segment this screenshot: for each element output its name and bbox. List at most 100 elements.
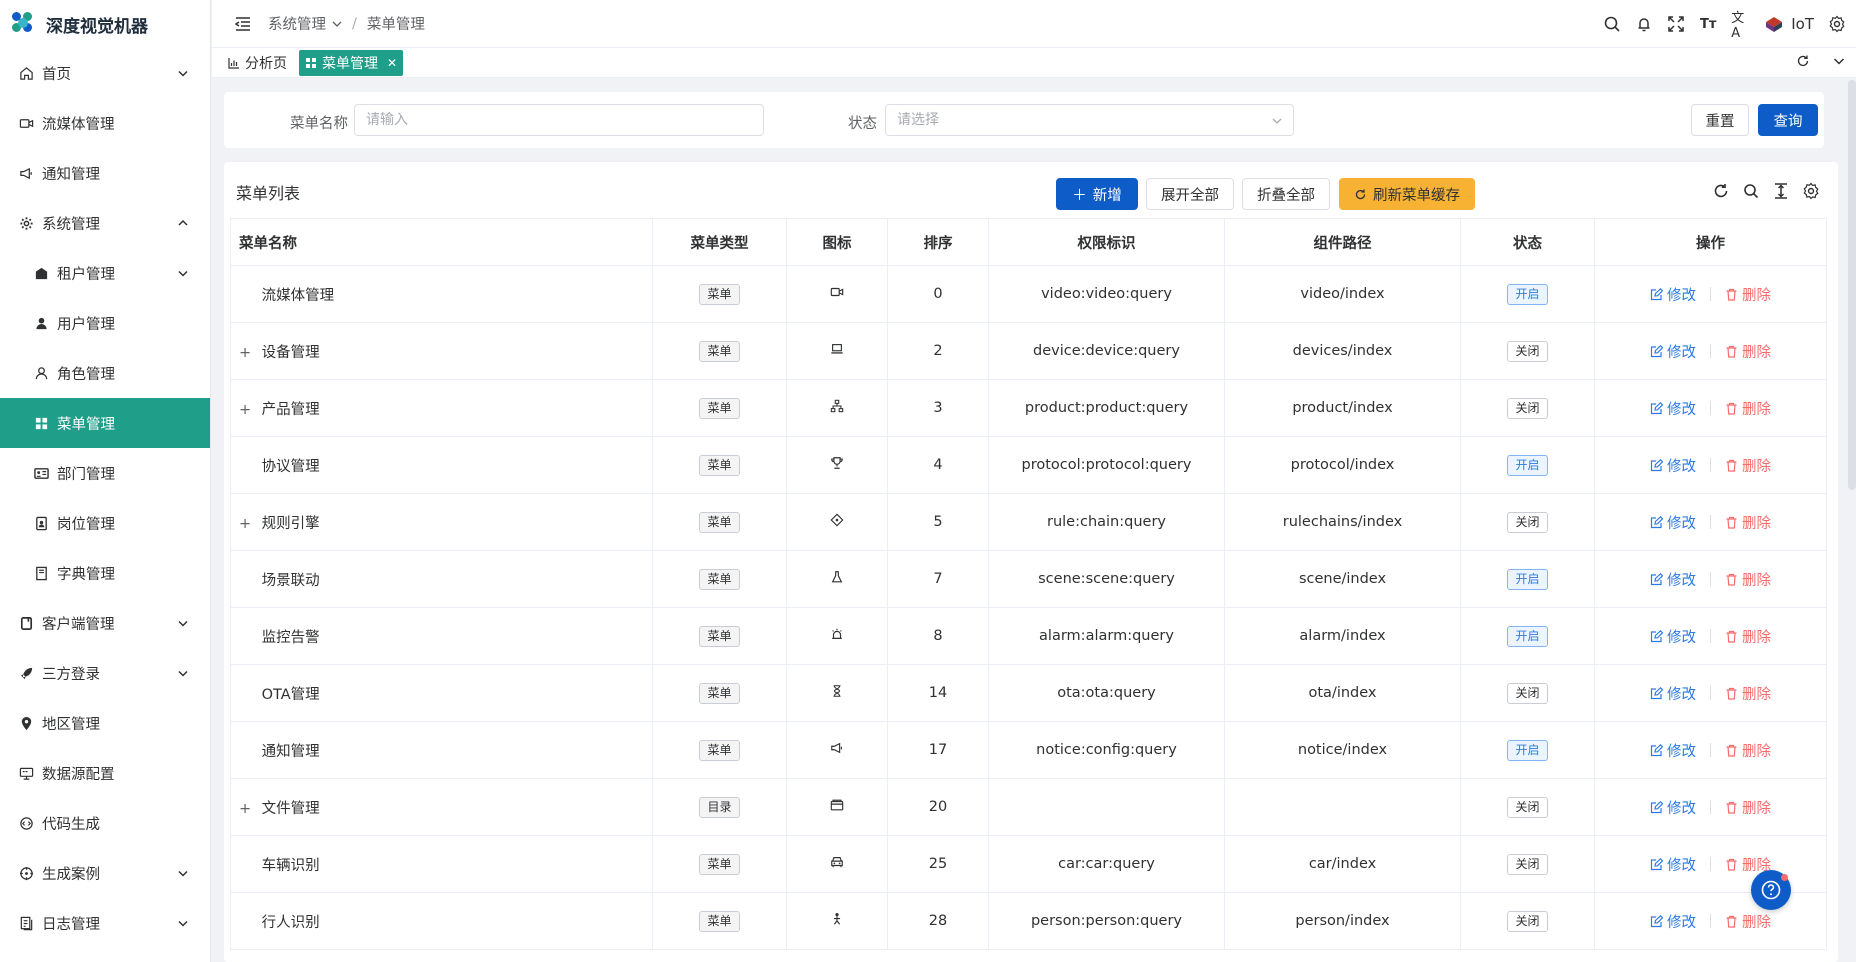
sidebar-item-sidebar-items2-4[interactable]: 代码生成 — [0, 798, 210, 848]
sidebar-item-sidebar-items2-2[interactable]: 地区管理 — [0, 698, 210, 748]
reload-icon[interactable] — [1712, 182, 1730, 200]
expand-plus-icon[interactable]: + — [239, 402, 257, 418]
delete-button[interactable]: 删除 — [1725, 911, 1771, 932]
sidebar-item-label: 代码生成 — [42, 816, 100, 833]
edit-button[interactable]: 修改 — [1650, 569, 1696, 590]
sidebar-item-sidebar-items2-0[interactable]: 客户端管理 — [0, 598, 210, 648]
bell-icon[interactable] — [1635, 15, 1653, 33]
sidebar-item-sidebar-items2-6[interactable]: 日志管理 — [0, 898, 210, 948]
cell-status: 关闭 — [1460, 778, 1595, 836]
header-toolbar: Tт 文A IoT — [1603, 0, 1846, 48]
cell-actions: 修改 删除 — [1594, 892, 1827, 950]
delete-button[interactable]: 删除 — [1725, 569, 1771, 590]
edit-button[interactable]: 修改 — [1650, 854, 1696, 875]
delete-label: 删除 — [1742, 458, 1771, 475]
cell-menu-type: 菜单 — [652, 550, 787, 608]
edit-button[interactable]: 修改 — [1650, 512, 1696, 533]
sidebar-item-sidebar-items2-5[interactable]: 生成案例 — [0, 848, 210, 898]
delete-button[interactable]: 删除 — [1725, 626, 1771, 647]
close-icon[interactable]: ✕ — [387, 56, 397, 70]
status-badge: 关闭 — [1507, 340, 1548, 362]
tab-analysis[interactable]: 分析页 — [222, 50, 293, 76]
refresh-cache-button[interactable]: 刷新菜单缓存 — [1339, 178, 1475, 210]
status-select[interactable]: 请选择 — [885, 104, 1294, 136]
menu-type-tag: 菜单 — [699, 397, 740, 419]
cell-sort: 8 — [887, 607, 989, 665]
edit-button[interactable]: 修改 — [1650, 626, 1696, 647]
delete-button[interactable]: 删除 — [1725, 398, 1771, 419]
sidebar-item-sidebar-items2-1[interactable]: 三方登录 — [0, 648, 210, 698]
expand-plus-icon[interactable]: + — [239, 801, 257, 817]
edit-button[interactable]: 修改 — [1650, 341, 1696, 362]
sidebar-item-label: 地区管理 — [42, 716, 100, 733]
sidebar-item-sidebar-sub_items-2[interactable]: 角色管理 — [0, 348, 210, 398]
sidebar-item-sidebar-sub_items-1[interactable]: 用户管理 — [0, 298, 210, 348]
fullscreen-icon[interactable] — [1667, 15, 1685, 33]
table-title: 菜单列表 — [236, 184, 301, 203]
chevron-down-icon — [178, 270, 188, 277]
user-menu[interactable]: IoT — [1763, 13, 1814, 35]
column-height-icon[interactable] — [1772, 182, 1790, 200]
cell-component-path: devices/index — [1224, 322, 1461, 380]
search-icon[interactable] — [1603, 15, 1621, 33]
table-row: 通知管理 菜单 17 notice:config:query notice/in… — [230, 721, 1827, 779]
edit-button[interactable]: 修改 — [1650, 455, 1696, 476]
location-icon — [18, 715, 34, 731]
expand-plus-icon[interactable]: + — [239, 516, 257, 532]
translate-icon[interactable]: 文A — [1731, 11, 1749, 41]
sidebar-item-sidebar-sub_items-0[interactable]: 租户管理 — [0, 248, 210, 298]
search-icon[interactable] — [1742, 182, 1760, 200]
edit-button[interactable]: 修改 — [1650, 683, 1696, 704]
add-button[interactable]: ＋ 新增 — [1056, 178, 1138, 210]
delete-button[interactable]: 删除 — [1725, 341, 1771, 362]
expand-plus-icon[interactable]: + — [239, 345, 257, 361]
sidebar-item-sidebar-items-3[interactable]: 系统管理 — [0, 198, 210, 248]
collapse-all-button[interactable]: 折叠全部 — [1242, 178, 1330, 210]
edit-button[interactable]: 修改 — [1650, 398, 1696, 419]
edit-button[interactable]: 修改 — [1650, 911, 1696, 932]
delete-button[interactable]: 删除 — [1725, 284, 1771, 305]
menu-name-input[interactable]: 请输入 — [354, 104, 764, 136]
page-scrollbar[interactable] — [1848, 80, 1856, 490]
chevron-down-icon[interactable] — [1832, 54, 1846, 68]
action-divider — [1710, 287, 1711, 301]
sidebar-item-sidebar-sub_items-4[interactable]: 部门管理 — [0, 448, 210, 498]
sidebar-item-sidebar-sub_items-5[interactable]: 岗位管理 — [0, 498, 210, 548]
sidebar-item-sidebar-items-1[interactable]: 流媒体管理 — [0, 98, 210, 148]
edit-label: 修改 — [1667, 458, 1696, 475]
sidebar-item-sidebar-items-2[interactable]: 通知管理 — [0, 148, 210, 198]
query-button[interactable]: 查询 — [1758, 104, 1818, 136]
tab-menu-management[interactable]: 菜单管理 ✕ — [299, 49, 404, 76]
cell-permission: product:product:query — [988, 379, 1225, 437]
sidebar-item-sidebar-sub_items-6[interactable]: 字典管理 — [0, 548, 210, 598]
delete-button[interactable]: 删除 — [1725, 683, 1771, 704]
chevron-down-icon — [178, 670, 188, 677]
status-badge: 关闭 — [1507, 511, 1548, 533]
column-settings-icon[interactable] — [1802, 182, 1820, 200]
delete-button[interactable]: 删除 — [1725, 455, 1771, 476]
refresh-icon[interactable] — [1796, 54, 1810, 68]
sidebar-item-sidebar-items2-3[interactable]: 数据源配置 — [0, 748, 210, 798]
cell-permission: person:person:query — [988, 892, 1225, 950]
reset-button[interactable]: 重置 — [1691, 104, 1749, 136]
edit-button[interactable]: 修改 — [1650, 740, 1696, 761]
sidebar-item-sidebar-items-0[interactable]: 首页 — [0, 48, 210, 98]
delete-button[interactable]: 删除 — [1725, 740, 1771, 761]
font-size-icon[interactable]: Tт — [1699, 15, 1717, 33]
edit-label: 修改 — [1667, 686, 1696, 703]
logo[interactable]: 深度视觉机器 — [0, 0, 210, 48]
expand-all-button[interactable]: 展开全部 — [1146, 178, 1234, 210]
settings-gear-icon[interactable] — [1828, 15, 1846, 33]
menu-fold-icon[interactable] — [234, 15, 252, 33]
edit-button[interactable]: 修改 — [1650, 284, 1696, 305]
delete-button[interactable]: 删除 — [1725, 797, 1771, 818]
breadcrumb: 系统管理 / 菜单管理 — [268, 13, 425, 34]
delete-button[interactable]: 删除 — [1725, 512, 1771, 533]
breadcrumb-item-system[interactable]: 系统管理 — [268, 13, 326, 34]
edit-button[interactable]: 修改 — [1650, 797, 1696, 818]
chart-icon — [228, 57, 239, 69]
cell-permission: notice:config:query — [988, 721, 1225, 779]
cell-menu-type: 菜单 — [652, 892, 787, 950]
sidebar-item-sidebar-sub_items-3[interactable]: 菜单管理 — [0, 398, 210, 448]
cell-permission: alarm:alarm:query — [988, 607, 1225, 665]
